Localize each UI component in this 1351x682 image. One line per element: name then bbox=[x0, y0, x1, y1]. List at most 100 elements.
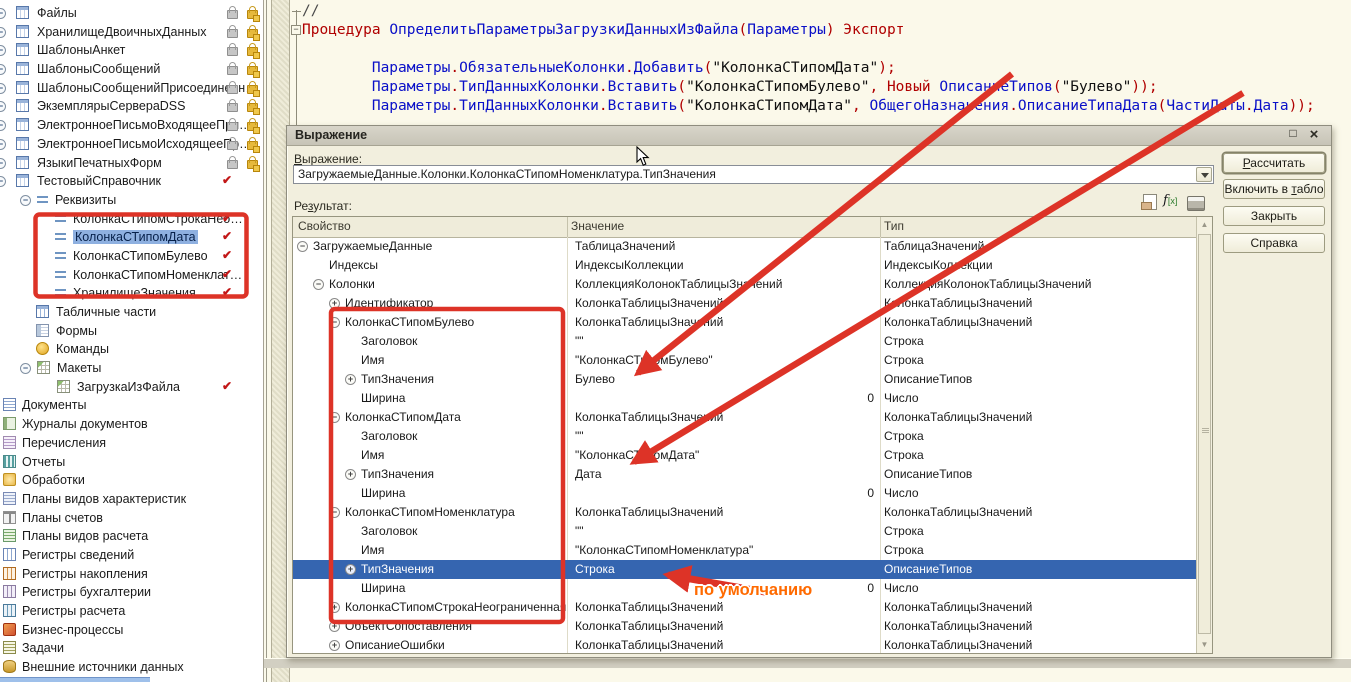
expand-node-icon[interactable]: − bbox=[0, 158, 6, 169]
tree-item-label[interactable]: ШаблоныСообщенийПрисоединенн… bbox=[37, 81, 258, 95]
tree-item[interactable]: − Макеты bbox=[0, 359, 263, 378]
sidebar-horizontal-scrollbar-thumb[interactable] bbox=[0, 677, 150, 682]
tree-item-label[interactable]: ЗагрузкаИзФайла bbox=[77, 380, 180, 394]
print-icon[interactable] bbox=[1187, 196, 1205, 211]
collapse-row-icon[interactable]: − bbox=[329, 317, 340, 328]
code-line[interactable] bbox=[302, 40, 1315, 59]
tree-item[interactable]: КолонкаСТипомБулево✔ bbox=[0, 247, 263, 266]
tree-item-label[interactable]: ХранилищеДвоичныхДанных bbox=[37, 25, 207, 39]
tree-item-label[interactable]: ЯзыкиПечатныхФорм bbox=[37, 156, 162, 170]
tree-item-label[interactable]: ЭлектронноеПисьмоВходящееПри… bbox=[37, 118, 252, 132]
tree-item[interactable]: − ШаблоныСообщений bbox=[0, 60, 263, 79]
tree-item[interactable]: −Файлы bbox=[0, 4, 263, 23]
tree-item-label[interactable]: Макеты bbox=[57, 361, 101, 375]
tree-item-label[interactable]: Формы bbox=[56, 324, 97, 338]
table-row[interactable]: +ОписаниеОшибкиКолонкаТаблицыЗначенийКол… bbox=[293, 636, 1196, 653]
tree-item-label[interactable]: КолонкаСТипомБулево bbox=[73, 249, 208, 263]
result-table-body[interactable]: −ЗагружаемыеДанныеТаблицаЗначенийТаблица… bbox=[293, 237, 1196, 653]
expand-node-icon[interactable]: − bbox=[0, 64, 6, 75]
tree-item[interactable]: ХранилищеЗначения✔ bbox=[0, 284, 263, 303]
tree-item-label[interactable]: Планы счетов bbox=[22, 511, 103, 525]
tree-item[interactable]: Регистры накопления bbox=[0, 565, 263, 584]
tree-item-label[interactable]: ШаблоныАнкет bbox=[37, 43, 125, 57]
expand-node-icon[interactable]: − bbox=[0, 8, 6, 19]
table-row[interactable]: Имя"КолонкаСТипомБулево"Строка bbox=[293, 351, 1196, 370]
tree-item-label[interactable]: ЭкземплярыСервераDSS bbox=[37, 99, 186, 113]
table-row[interactable]: Имя"КолонкаСТипомНоменклатура"Строка bbox=[293, 541, 1196, 560]
scrollbar-thumb[interactable] bbox=[1198, 234, 1211, 634]
tree-item-label[interactable]: ХранилищеЗначения bbox=[73, 286, 196, 300]
tree-item-label[interactable]: ШаблоныСообщений bbox=[37, 62, 160, 76]
tree-item[interactable]: Команды bbox=[0, 340, 263, 359]
table-row[interactable]: −КолонкаСТипомНоменклатураКолонкаТаблицы… bbox=[293, 503, 1196, 522]
tree-item-label[interactable]: Табличные части bbox=[56, 305, 156, 319]
column-header-property[interactable]: Свойство bbox=[298, 219, 351, 233]
expand-row-icon[interactable]: + bbox=[345, 374, 356, 385]
tree-item[interactable]: Отчеты bbox=[0, 453, 263, 472]
calculate-button[interactable]: Рассчитать bbox=[1223, 153, 1325, 173]
column-header-type[interactable]: Тип bbox=[884, 219, 904, 233]
table-row[interactable]: +ТипЗначенияСтрокаОписаниеТипов bbox=[293, 560, 1196, 579]
tree-item-label[interactable]: ЭлектронноеПисьмоИсходящееПр… bbox=[37, 137, 252, 151]
table-row[interactable]: Ширина0Число bbox=[293, 389, 1196, 408]
close-icon[interactable]: × bbox=[1305, 126, 1323, 144]
code-line[interactable]: Параметры.ТипДанныхКолонки.Вставить("Кол… bbox=[302, 78, 1315, 97]
tree-item-label[interactable]: Реквизиты bbox=[55, 193, 116, 207]
result-table-header[interactable]: Свойство Значение Тип bbox=[293, 217, 1196, 238]
tree-item[interactable]: Задачи bbox=[0, 639, 263, 658]
tree-item[interactable]: КолонкаСТипомДата✔ bbox=[0, 228, 263, 247]
expand-node-icon[interactable]: − bbox=[0, 27, 6, 38]
tree-item[interactable]: Формы bbox=[0, 322, 263, 341]
tree-item[interactable]: −ЭкземплярыСервераDSS bbox=[0, 97, 263, 116]
help-button[interactable]: Справка bbox=[1223, 233, 1325, 253]
table-row[interactable]: +ТипЗначенияБулевоОписаниеТипов bbox=[293, 370, 1196, 389]
splitter[interactable] bbox=[266, 0, 267, 682]
table-row[interactable]: Заголовок""Строка bbox=[293, 427, 1196, 446]
function-fx-icon[interactable]: f[x] bbox=[1163, 192, 1181, 209]
table-row[interactable]: +ТипЗначенияДатаОписаниеТипов bbox=[293, 465, 1196, 484]
code-line[interactable]: Параметры.ОбязательныеКолонки.Добавить("… bbox=[302, 59, 1315, 78]
tree-item[interactable]: Обработки bbox=[0, 471, 263, 490]
column-header-value[interactable]: Значение bbox=[571, 219, 624, 233]
table-row[interactable]: +ИдентификаторКолонкаТаблицыЗначенийКоло… bbox=[293, 294, 1196, 313]
result-table-scrollbar[interactable]: ▲ ▼ bbox=[1196, 217, 1212, 653]
tree-item-label[interactable]: Обработки bbox=[22, 473, 85, 487]
close-button[interactable]: Закрыть bbox=[1223, 206, 1325, 226]
table-row[interactable]: ИндексыИндексыКоллекцииИндексыКоллекции bbox=[293, 256, 1196, 275]
tree-item[interactable]: Журналы документов bbox=[0, 415, 263, 434]
tree-item-label[interactable]: Команды bbox=[56, 342, 109, 356]
tree-item[interactable]: Перечисления bbox=[0, 434, 263, 453]
expand-row-icon[interactable]: + bbox=[329, 621, 340, 632]
tree-item[interactable]: − ЯзыкиПечатныхФорм bbox=[0, 154, 263, 173]
tree-item[interactable]: − ШаблоныСообщенийПрисоединенн… bbox=[0, 79, 263, 98]
table-row[interactable]: −КолонкаСТипомДатаКолонкаТаблицыЗначений… bbox=[293, 408, 1196, 427]
column-separator[interactable] bbox=[567, 217, 568, 237]
expand-row-icon[interactable]: + bbox=[329, 298, 340, 309]
expand-row-icon[interactable]: + bbox=[329, 640, 340, 651]
tree-item[interactable]: Регистры сведений bbox=[0, 546, 263, 565]
code-text[interactable]: //Процедура ОпределитьПараметрыЗагрузкиД… bbox=[302, 2, 1315, 116]
expression-input[interactable]: ЗагружаемыеДанные.Колонки.КолонкаСТипомН… bbox=[293, 165, 1214, 184]
tree-item[interactable]: Табличные части bbox=[0, 303, 263, 322]
scroll-down-icon[interactable]: ▼ bbox=[1197, 637, 1212, 653]
collapse-row-icon[interactable]: − bbox=[313, 279, 324, 290]
code-line[interactable]: // bbox=[302, 2, 1315, 21]
maximize-icon[interactable]: □ bbox=[1284, 126, 1302, 144]
collapse-node-icon[interactable]: − bbox=[20, 195, 31, 206]
tree-item[interactable]: Регистры расчета bbox=[0, 602, 263, 621]
table-row[interactable]: +ОбъектСопоставленияКолонкаТаблицыЗначен… bbox=[293, 617, 1196, 636]
tree-item-label[interactable]: Регистры расчета bbox=[22, 604, 125, 618]
table-row[interactable]: Заголовок""Строка bbox=[293, 332, 1196, 351]
tree-item[interactable]: ЗагрузкаИзФайла✔ bbox=[0, 378, 263, 397]
include-in-watch-button[interactable]: Включить в табло bbox=[1223, 179, 1325, 199]
expand-row-icon[interactable]: + bbox=[329, 602, 340, 613]
scroll-up-icon[interactable]: ▲ bbox=[1197, 217, 1212, 233]
tree-item[interactable]: Планы счетов bbox=[0, 509, 263, 528]
expand-node-icon[interactable]: − bbox=[0, 83, 6, 94]
expand-node-icon[interactable]: − bbox=[0, 139, 6, 150]
collapse-node-icon[interactable]: − bbox=[20, 363, 31, 374]
tree-item-label[interactable]: КолонкаСТипомСтрокаНео… bbox=[73, 212, 243, 226]
tree-item[interactable]: −ШаблоныАнкет bbox=[0, 41, 263, 60]
column-separator[interactable] bbox=[880, 217, 881, 237]
tree-item-label[interactable]: КолонкаСТипомНоменклат… bbox=[73, 268, 242, 282]
